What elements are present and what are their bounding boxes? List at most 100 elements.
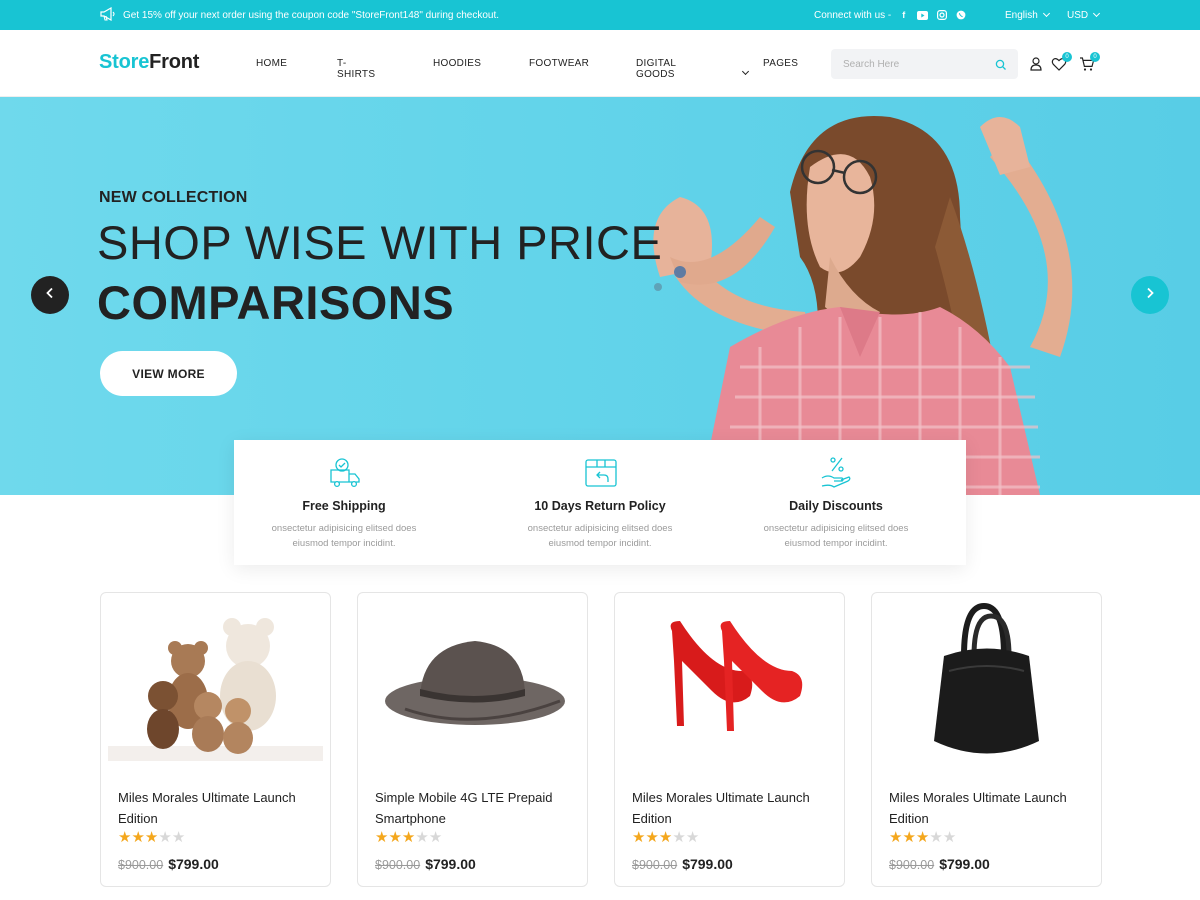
product-card[interactable]: Simple Mobile 4G LTE Prepaid Smartphone … <box>357 592 588 887</box>
instagram-icon[interactable] <box>936 10 947 21</box>
hero-model-image <box>653 115 1073 495</box>
product-card[interactable]: Miles Morales Ultimate Launch Edition ★ ★… <box>614 592 845 887</box>
feature-return-policy: 10 Days Return Policy onsectetur adipisi… <box>490 440 710 565</box>
product-title[interactable]: Miles Morales Ultimate Launch Edition <box>632 787 832 829</box>
product-image-black-handbag[interactable] <box>879 601 1094 761</box>
product-prices: $900.00 $799.00 <box>375 856 476 872</box>
social-connect: Connect with us - f <box>814 0 966 30</box>
old-price: $900.00 <box>375 858 421 872</box>
product-prices: $900.00 $799.00 <box>118 856 219 872</box>
star-empty-icon: ★ <box>158 829 172 846</box>
product-card[interactable]: Miles Morales Ultimate Launch Edition ★ ★… <box>100 592 331 887</box>
cart-count-badge: 0 <box>1090 52 1100 62</box>
star-filled-icon: ★ <box>388 829 402 846</box>
nav-hoodies[interactable]: HOODIES <box>433 58 481 69</box>
star-filled-icon: ★ <box>401 829 416 846</box>
feature-title: 10 Days Return Policy <box>534 499 666 513</box>
star-filled-icon: ★ <box>645 829 659 846</box>
user-icon[interactable] <box>1028 56 1044 72</box>
star-empty-icon: ★ <box>685 829 700 846</box>
chevron-down-icon <box>1093 9 1101 18</box>
slider-prev-button[interactable] <box>31 276 69 314</box>
product-image-red-heels[interactable] <box>622 601 837 761</box>
star-filled-icon: ★ <box>131 829 145 846</box>
nav-footwear[interactable]: FOOTWEAR <box>529 58 589 69</box>
product-title[interactable]: Miles Morales Ultimate Launch Edition <box>118 787 318 829</box>
star-filled-icon: ★ <box>632 829 646 846</box>
product-image-leather-hat[interactable] <box>365 601 580 761</box>
return-box-icon <box>584 456 618 490</box>
star-filled-icon: ★ <box>144 829 159 846</box>
search-icon[interactable] <box>995 58 1007 70</box>
nav-t-shirts[interactable]: T-SHIRTS <box>337 58 375 80</box>
feature-description: onsectetur adipisicing elitsed does eius… <box>271 523 417 549</box>
product-title[interactable]: Miles Morales Ultimate Launch Edition <box>889 787 1089 829</box>
currency-label: USD <box>1067 9 1089 21</box>
nav-pages[interactable]: PAGES <box>763 58 798 69</box>
feature-title: Daily Discounts <box>789 499 883 513</box>
chevron-right-icon <box>1144 286 1156 304</box>
view-more-button[interactable]: VIEW MORE <box>100 351 237 396</box>
logo-part-front: Front <box>149 51 200 73</box>
old-price: $900.00 <box>118 858 164 872</box>
nav-digital-goods[interactable]: DIGITAL GOODS <box>636 58 676 80</box>
nav-home[interactable]: HOME <box>256 58 287 69</box>
youtube-icon[interactable] <box>917 10 929 21</box>
star-filled-icon: ★ <box>658 829 673 846</box>
slider-next-button[interactable] <box>1131 276 1169 314</box>
store-logo[interactable]: StoreFront <box>99 51 199 74</box>
feature-daily-discounts: Daily Discounts onsectetur adipisicing e… <box>726 440 946 565</box>
features-bar: Free Shipping onsectetur adipisicing eli… <box>234 440 966 565</box>
logo-part-store: Store <box>99 51 150 73</box>
product-card[interactable]: Miles Morales Ultimate Launch Edition ★ ★… <box>871 592 1102 887</box>
star-empty-icon: ★ <box>672 829 686 846</box>
promo-banner: Get 15% off your next order using the co… <box>100 0 499 30</box>
star-filled-icon: ★ <box>889 829 903 846</box>
star-filled-icon: ★ <box>118 829 132 846</box>
product-prices: $900.00 $799.00 <box>632 856 733 872</box>
chevron-left-icon <box>44 286 56 304</box>
feature-free-shipping: Free Shipping onsectetur adipisicing eli… <box>234 440 454 565</box>
star-empty-icon: ★ <box>942 829 957 846</box>
star-empty-icon: ★ <box>171 829 186 846</box>
top-bar: Get 15% off your next order using the co… <box>0 0 1200 30</box>
star-rating: ★ ★ ★ ★ ★ <box>375 830 442 845</box>
product-image-teddy-bears[interactable] <box>108 601 323 761</box>
current-price: $799.00 <box>168 856 219 872</box>
language-label: English <box>1005 9 1038 21</box>
product-prices: $900.00 $799.00 <box>889 856 990 872</box>
hero-title-line2: COMPARISONS <box>97 276 455 329</box>
feature-description: onsectetur adipisicing elitsed does eius… <box>527 523 673 549</box>
wishlist-heart-icon[interactable]: 0 <box>1051 52 1072 72</box>
currency-selector[interactable]: USD <box>1067 0 1101 30</box>
current-price: $799.00 <box>939 856 990 872</box>
cart-icon[interactable]: 0 <box>1079 52 1100 72</box>
hero-subtitle: NEW COLLECTION <box>99 189 248 206</box>
wishlist-count-badge: 0 <box>1062 52 1072 62</box>
star-rating: ★ ★ ★ ★ ★ <box>118 830 185 845</box>
star-empty-icon: ★ <box>929 829 943 846</box>
promo-text: Get 15% off your next order using the co… <box>123 9 500 21</box>
chevron-down-icon <box>1042 9 1050 18</box>
current-price: $799.00 <box>425 856 476 872</box>
main-header: StoreFront HOME T-SHIRTS HOODIES FOOTWEA… <box>0 30 1200 97</box>
star-rating: ★ ★ ★ ★ ★ <box>889 830 956 845</box>
feature-title: Free Shipping <box>302 499 386 513</box>
chevron-down-icon[interactable] <box>741 61 750 79</box>
star-filled-icon: ★ <box>375 829 389 846</box>
facebook-icon[interactable]: f <box>898 10 909 21</box>
star-filled-icon: ★ <box>915 829 930 846</box>
old-price: $900.00 <box>632 858 678 872</box>
language-selector[interactable]: English <box>1005 0 1050 30</box>
star-empty-icon: ★ <box>415 829 429 846</box>
product-title[interactable]: Simple Mobile 4G LTE Prepaid Smartphone <box>375 787 575 829</box>
hero-slider: NEW COLLECTION SHOP WISE WITH PRICE COMP… <box>0 97 1200 495</box>
search-box <box>831 49 1018 79</box>
whatsapp-icon[interactable] <box>955 10 966 21</box>
star-rating: ★ ★ ★ ★ ★ <box>632 830 699 845</box>
search-input[interactable] <box>831 49 991 79</box>
old-price: $900.00 <box>889 858 935 872</box>
star-filled-icon: ★ <box>902 829 916 846</box>
megaphone-icon <box>100 6 116 24</box>
hero-title-line1: SHOP WISE WITH PRICE <box>97 216 663 269</box>
